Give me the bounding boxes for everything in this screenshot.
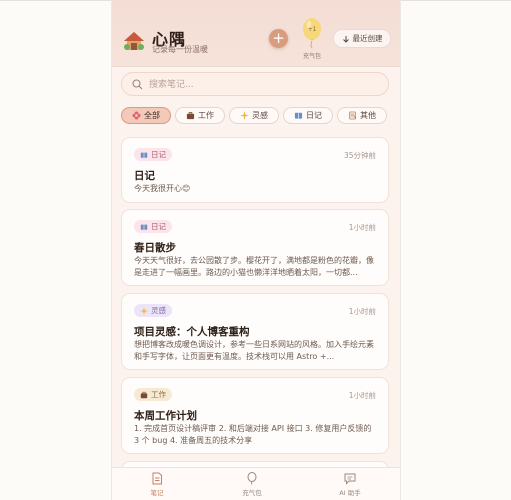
filter-chip-diary[interactable]: 日记 (283, 107, 333, 124)
note-card[interactable]: 工作 1小时前 本周工作计划 1. 完成首页设计稿评审 2. 和后端对接 API… (121, 377, 389, 454)
note-tag-label: 日记 (151, 150, 166, 159)
filter-chip-label: 灵感 (252, 111, 268, 120)
note-title: 春日散步 (134, 242, 176, 254)
note-body: 1. 完成首页设计稿评审 2. 和后端对接 API 接口 3. 修复用户反馈的 … (134, 424, 372, 445)
note-icon (152, 472, 162, 485)
note-time: 1小时前 (348, 223, 376, 232)
flower-icon (132, 111, 141, 120)
nav-ai-assistant[interactable]: AI 助手 (320, 472, 380, 497)
svg-text:+1: +1 (308, 26, 317, 33)
chat-icon (344, 473, 356, 485)
house-icon (124, 32, 144, 50)
filter-chip-all[interactable]: 全部 (121, 107, 171, 124)
filter-chip-label: 工作 (198, 111, 214, 120)
note-card[interactable]: 日记 1小时前 春日散步 今天天气很好，去公园散了步。樱花开了，满地都是粉色的花… (121, 209, 389, 286)
arrow-down-icon (342, 35, 349, 43)
nav-label: 充气包 (242, 489, 262, 497)
notes-app: 心隅 记录每一份温暖 + +1 充气包 最近创建 搜索笔记... 全部 工作 灵… (112, 0, 400, 500)
note-tag-label: 工作 (151, 390, 166, 399)
nav-label: 笔记 (150, 489, 164, 497)
app-subtitle: 记录每一份温暖 (152, 45, 208, 54)
book-icon (294, 112, 303, 119)
filter-chips: 全部 工作 灵感 日记 其他 (121, 107, 400, 124)
search-input[interactable] (147, 76, 381, 94)
app-header: 心隅 记录每一份温暖 + +1 充气包 最近创建 (112, 0, 400, 67)
nav-balloon[interactable]: 充气包 (222, 472, 282, 497)
note-tag: 灵感 (134, 304, 172, 317)
note-time: 1小时前 (348, 391, 376, 400)
sparkle-icon (140, 306, 148, 315)
note-tag-label: 日记 (151, 222, 166, 231)
note-tag: 工作 (134, 388, 172, 401)
memo-icon (349, 111, 357, 120)
filter-chip-work[interactable]: 工作 (175, 107, 225, 124)
filter-chip-label: 其他 (360, 111, 376, 120)
note-tag: 日记 (134, 148, 172, 161)
note-title: 日记 (134, 170, 155, 182)
note-body: 今天天气很好，去公园散了步。樱花开了，满地都是粉色的花瓣，像是走进了一幅画里。路… (134, 256, 374, 277)
note-title: 项目灵感：个人博客重构 (134, 326, 250, 338)
note-title: 本周工作计划 (134, 410, 197, 422)
note-tag-label: 灵感 (151, 306, 166, 315)
note-body: 今天我很开心😊 (134, 184, 191, 193)
balloon-icon (247, 472, 257, 485)
note-time: 1小时前 (348, 307, 376, 316)
book-icon (140, 224, 148, 230)
search-box[interactable] (121, 72, 389, 96)
note-body: 想把博客改成暖色调设计，参考一些日系网站的风格。加入手绘元素和手写字体，让页面更… (134, 340, 374, 361)
note-time: 35分钟前 (343, 151, 376, 160)
filter-chip-idea[interactable]: 灵感 (229, 107, 279, 124)
sparkle-icon (240, 111, 249, 120)
search-icon (132, 79, 143, 90)
book-icon (140, 152, 148, 158)
filter-chip-other[interactable]: 其他 (337, 107, 387, 124)
balloon-label: 充气包 (302, 53, 321, 60)
note-card[interactable]: 灵感 1小时前 项目灵感：个人博客重构 想把博客改成暖色调设计，参考一些日系网站… (121, 293, 389, 370)
bottom-nav: 笔记 充气包 AI 助手 (112, 467, 400, 500)
note-card[interactable]: 日记 35分钟前 日记 今天我很开心😊 (121, 137, 389, 203)
briefcase-icon (186, 111, 195, 120)
sort-button[interactable]: 最近创建 (333, 29, 391, 48)
briefcase-icon (140, 391, 148, 398)
add-note-button[interactable]: + (269, 29, 288, 48)
filter-chip-label: 全部 (144, 111, 160, 120)
note-tag: 日记 (134, 220, 172, 233)
nav-label: AI 助手 (339, 489, 361, 497)
filter-chip-label: 日记 (306, 111, 322, 120)
nav-notes[interactable]: 笔记 (127, 472, 187, 497)
sort-label: 最近创建 (352, 34, 383, 43)
